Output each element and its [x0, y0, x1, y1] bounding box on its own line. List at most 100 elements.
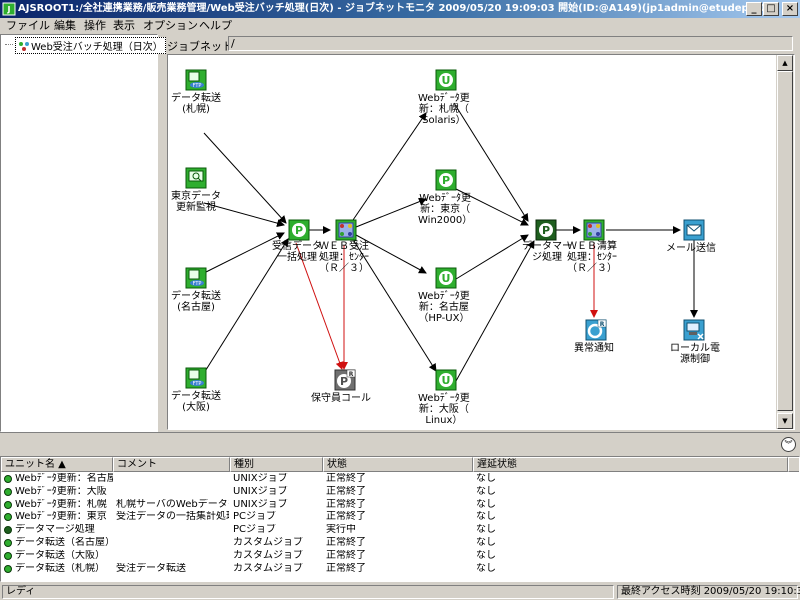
running-status-icon	[4, 526, 12, 535]
column-header-delay[interactable]: 遅延状態	[473, 457, 788, 472]
svg-text:U: U	[442, 74, 451, 87]
svg-text:FTP: FTP	[193, 83, 202, 89]
scroll-thumb[interactable]	[777, 71, 793, 411]
ended-status-icon	[4, 551, 12, 560]
map-node-label: 受信データ 一括処理	[272, 241, 322, 263]
tree-connector	[5, 44, 13, 45]
jobnet-path-field[interactable]: /	[228, 36, 793, 51]
column-header-type[interactable]: 種別	[230, 457, 323, 472]
map-node-maint-call[interactable]: P R 保守員コール	[310, 369, 380, 409]
pc-job-icon: P	[288, 219, 310, 241]
map-node-ftp-nagoya[interactable]: FTP データ転送 (名古屋)	[168, 267, 228, 317]
map-node-label: データ転送 (札幌)	[171, 93, 221, 115]
cell-type: カスタムジョブ	[233, 537, 303, 548]
map-node-web-osaka[interactable]: U Webﾃﾞｰﾀ更 新：大阪（ Linux）	[414, 369, 476, 429]
map-node-web-nagoya[interactable]: U Webﾃﾞｰﾀ更 新：名古屋 （HP-UX）	[414, 267, 476, 327]
cell-delay: なし	[476, 562, 496, 574]
menu-help[interactable]: ヘルプ	[199, 18, 232, 34]
column-header-filler	[788, 457, 799, 472]
ftp-icon: FTP	[185, 267, 207, 289]
table-row[interactable]: データ転送（大阪） カスタムジョブ 正常終了 なし	[1, 550, 791, 562]
tree-item-root-jobnet[interactable]: Web受注バッチ処理（日次）	[15, 37, 166, 54]
table-row[interactable]: Webﾃﾞｰﾀ更新：東京（W受注データの一括集計処理 PCジョブ 正常終了 なし	[1, 511, 791, 523]
cell-state: 正常終了	[326, 511, 366, 523]
table-row[interactable]: データ転送（名古屋） カスタムジョブ 正常終了 なし	[1, 537, 791, 549]
ftp-icon: FTP	[185, 367, 207, 389]
cell-delay: なし	[476, 485, 496, 497]
map-node-label: ＷＥＢ清算 処理：ｾﾝﾀｰ （Ｒ／３）	[567, 241, 617, 274]
jobnet-icon	[335, 219, 357, 241]
menu-bar: ファイル 編集 操作 表示 オプション ヘルプ	[0, 18, 800, 34]
jobnet-tree-icon	[19, 42, 29, 51]
svg-text:R: R	[349, 371, 354, 378]
table-header: ユニット名 ▲ コメント 種別 状態 遅延状態	[1, 457, 799, 472]
map-node-mail-send[interactable]: メール送信	[662, 219, 726, 259]
unit-list-table[interactable]: ユニット名 ▲ コメント 種別 状態 遅延状態 Webﾃﾞｰﾀ更新：名古屋 UNI…	[0, 456, 800, 582]
map-node-web-order[interactable]: ＷＥＢ受注 処理：ｾﾝﾀｰ （Ｒ／３）	[316, 219, 378, 279]
map-node-power-control[interactable]: ローカル電 源制御	[670, 319, 722, 369]
table-row[interactable]: データ転送（札幌） 受注データ転送 カスタムジョブ 正常終了 なし	[1, 563, 791, 575]
minimize-button[interactable]: _	[746, 2, 762, 16]
scroll-down-icon[interactable]: ▼	[777, 413, 793, 429]
map-node-abnormal-notify[interactable]: R 異常通知	[572, 319, 620, 359]
svg-text:P: P	[542, 224, 550, 237]
last-access-label: 最終アクセス時刻	[621, 586, 701, 597]
svg-text:J: J	[7, 5, 11, 14]
table-row[interactable]: Webﾃﾞｰﾀ更新：大阪（L UNIXジョブ 正常終了 なし	[1, 486, 791, 498]
cell-state: 正常終了	[326, 562, 366, 574]
window-title: AJSROOT1:/全社連携業務/販売業務管理/Web受注バッチ処理(日次) -…	[18, 3, 777, 14]
map-node-web-tokyo[interactable]: P Webﾃﾞｰﾀ更 新：東京（ Win2000）	[414, 169, 476, 229]
close-button[interactable]: ×	[782, 2, 798, 16]
title-bar[interactable]: J AJSROOT1:/全社連携業務/販売業務管理/Web受注バッチ処理(日次)…	[0, 0, 800, 18]
cell-state: 正常終了	[326, 498, 366, 510]
table-row[interactable]: Webﾃﾞｰﾀ更新：名古屋 UNIXジョブ 正常終了 なし	[1, 473, 791, 485]
menu-operation[interactable]: 操作	[84, 18, 106, 34]
cell-type: UNIXジョブ	[233, 485, 288, 497]
map-node-ftp-sapporo[interactable]: FTP データ転送 (札幌)	[168, 69, 228, 119]
svg-text:U: U	[442, 374, 451, 387]
cell-comment: 受注データ転送	[116, 562, 186, 574]
status-bar: レディ 最終アクセス時刻 2009/05/20 19:10:39	[0, 584, 800, 600]
power-icon	[683, 319, 705, 341]
ended-status-icon	[4, 513, 12, 522]
menu-edit[interactable]: 編集	[54, 18, 76, 34]
table-row[interactable]: Webﾃﾞｰﾀ更新：札幌（S札幌サーバのWebデータを更 UNIXジョブ 正常終了 な…	[1, 499, 791, 511]
collapse-icon[interactable]: ︾	[781, 437, 796, 452]
cell-delay: なし	[476, 524, 496, 536]
cell-unit-name: Webﾃﾞｰﾀ更新：大阪（L	[15, 485, 113, 497]
cell-state: 正常終了	[326, 485, 366, 497]
recovery-notify-icon: R	[585, 319, 607, 341]
map-node-label: データ転送 (名古屋)	[171, 291, 221, 313]
cell-unit-name: Webﾃﾞｰﾀ更新：札幌（S	[15, 498, 113, 510]
pc-job-icon: P	[435, 169, 457, 191]
menu-view[interactable]: 表示	[113, 18, 135, 34]
cell-comment: 受注データの一括集計処理	[116, 511, 229, 523]
jobnet-icon	[583, 219, 605, 241]
map-node-web-sapporo[interactable]: U Webﾃﾞｰﾀ更 新：札幌（ Solaris）	[414, 69, 476, 129]
menu-options[interactable]: オプション	[143, 18, 198, 34]
maximize-button[interactable]: □	[763, 2, 779, 16]
map-node-label: メール送信	[666, 243, 716, 254]
map-node-web-settle[interactable]: ＷＥＢ清算 処理：ｾﾝﾀｰ （Ｒ／３）	[564, 219, 626, 279]
cell-type: UNIXジョブ	[233, 498, 288, 510]
recovery-icon: P R	[334, 369, 356, 391]
column-header-state[interactable]: 状態	[323, 457, 473, 472]
ftp-icon: FTP	[185, 69, 207, 91]
jobnet-map-canvas[interactable]: FTP データ転送 (札幌) 東京データ 更新監視 FTP データ転送 (名古屋…	[168, 55, 776, 429]
table-row[interactable]: データマージ処理 PCジョブ 実行中 なし	[1, 524, 791, 536]
cell-state: 実行中	[326, 524, 356, 536]
cell-type: UNIXジョブ	[233, 473, 288, 484]
map-node-ftp-osaka[interactable]: FTP データ転送 (大阪)	[168, 367, 228, 417]
map-node-label: 異常通知	[574, 343, 614, 354]
tree-panel[interactable]: Web受注バッチ処理（日次）	[0, 34, 166, 432]
panel-splitter[interactable]: ︾	[0, 432, 800, 456]
menu-file[interactable]: ファイル	[6, 18, 50, 34]
column-header-comment[interactable]: コメント	[113, 457, 230, 472]
cell-delay: なし	[476, 498, 496, 510]
mail-icon	[683, 219, 705, 241]
svg-text:R: R	[600, 321, 605, 328]
scroll-up-icon[interactable]: ▲	[777, 55, 793, 71]
map-vertical-scrollbar[interactable]: ▲ ▼	[777, 55, 794, 429]
map-node-tokyo-monitor[interactable]: 東京データ 更新監視	[168, 167, 228, 217]
column-header-unit-name[interactable]: ユニット名 ▲	[1, 457, 113, 472]
